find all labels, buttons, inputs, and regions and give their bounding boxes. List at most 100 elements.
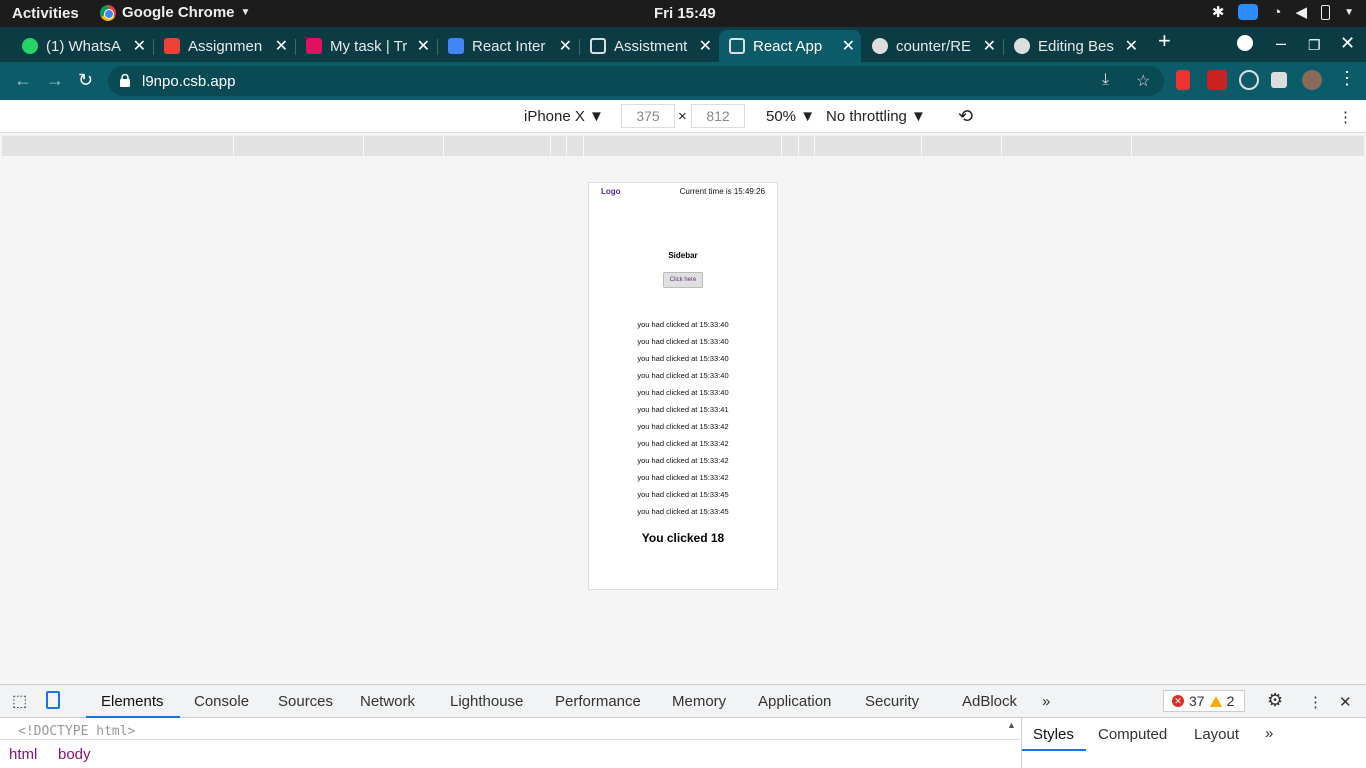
browser-toolbar: ← → ↻ l9npo.csb.app ⤓ ☆ ⋮ <box>0 62 1366 100</box>
media-query-divider <box>550 136 551 156</box>
tab-counter[interactable]: counter/RE ✕ <box>862 30 1002 62</box>
more-tabs-icon[interactable]: » <box>1042 693 1050 710</box>
tab-adblock[interactable]: AdBlock <box>962 693 1017 710</box>
tab-docs[interactable]: React Inter ✕ <box>438 30 578 62</box>
height-input[interactable]: 812 <box>691 104 745 128</box>
close-icon[interactable]: ✕ <box>417 36 430 56</box>
chevron-down-icon: ▼ <box>240 7 251 18</box>
address-bar[interactable]: l9npo.csb.app ⤓ ☆ <box>108 66 1164 96</box>
tab-search-icon[interactable] <box>1237 35 1253 51</box>
lock-icon <box>120 74 130 87</box>
tab-elements[interactable]: Elements <box>101 693 164 710</box>
tab-application[interactable]: Application <box>758 693 831 710</box>
more-options-icon[interactable]: ⋮ <box>1338 108 1353 126</box>
avatar[interactable] <box>1302 70 1322 90</box>
tab-styles[interactable]: Styles <box>1033 726 1074 743</box>
media-query-divider <box>781 136 782 156</box>
device-select[interactable]: iPhone X ▼ <box>524 108 604 125</box>
new-tab-button[interactable]: + <box>1158 30 1171 52</box>
forward-icon[interactable]: → <box>46 70 64 91</box>
slack-icon: ✱ <box>1211 4 1225 21</box>
minimize-icon[interactable]: – <box>1276 33 1286 53</box>
close-icon[interactable]: ✕ <box>1125 36 1138 56</box>
more-options-icon[interactable]: ⋮ <box>1308 693 1323 711</box>
tab-assistment[interactable]: Assistment ✕ <box>580 30 718 62</box>
list-item: you had clicked at 15:33:42 <box>637 439 729 448</box>
close-icon[interactable]: ✕ <box>842 36 855 56</box>
breadcrumb-body[interactable]: body <box>58 746 91 763</box>
tab-computed[interactable]: Computed <box>1098 726 1167 743</box>
issues-badge[interactable]: ✕ 37 2 <box>1163 690 1245 712</box>
close-window-icon[interactable]: ✕ <box>1340 33 1355 53</box>
zoom-select[interactable]: 50% ▼ <box>766 108 815 125</box>
tab-performance[interactable]: Performance <box>555 693 641 710</box>
click-here-button[interactable]: Click here <box>663 272 703 288</box>
menu-icon[interactable]: ⋮ <box>1338 68 1356 89</box>
close-icon[interactable]: ✕ <box>559 36 572 56</box>
close-icon[interactable]: ✕ <box>275 36 288 56</box>
gear-icon[interactable]: ⚙ <box>1267 690 1283 711</box>
system-tray[interactable]: ✱ ◔ ◀ ▼ <box>1211 3 1354 22</box>
task-icon <box>306 38 322 54</box>
extension-icon[interactable] <box>1176 70 1190 90</box>
close-icon[interactable]: ✕ <box>983 36 996 56</box>
battery-icon <box>1321 4 1331 20</box>
media-query-bar[interactable] <box>2 136 1364 156</box>
tab-label: (1) WhatsA <box>46 37 122 55</box>
install-icon[interactable]: ⤓ <box>1102 71 1109 89</box>
media-query-divider <box>921 136 922 156</box>
breadcrumb: html body <box>0 739 1020 768</box>
inspect-element-icon[interactable]: ⬚ <box>12 691 27 711</box>
tab-security[interactable]: Security <box>865 693 919 710</box>
close-icon[interactable]: ✕ <box>699 36 712 56</box>
maximize-icon[interactable]: ❐ <box>1308 35 1321 55</box>
scroll-up-icon[interactable]: ▲ <box>1007 720 1016 730</box>
more-tabs-icon[interactable]: » <box>1265 725 1273 742</box>
app-menu[interactable]: Google Chrome ▼ <box>100 4 250 21</box>
tab-memory[interactable]: Memory <box>672 693 726 710</box>
tab-lighthouse[interactable]: Lighthouse <box>450 693 523 710</box>
extensions-puzzle-icon[interactable] <box>1271 72 1287 88</box>
activities-button[interactable]: Activities <box>12 5 79 22</box>
media-query-divider <box>1131 136 1132 156</box>
list-item: you had clicked at 15:33:42 <box>637 422 729 431</box>
width-input[interactable]: 375 <box>621 104 675 128</box>
tab-editing[interactable]: Editing Bes ✕ <box>1004 30 1144 62</box>
gmail-icon <box>164 38 180 54</box>
app-name: Google Chrome <box>122 4 235 21</box>
tab-network[interactable]: Network <box>360 693 415 710</box>
close-icon[interactable]: ✕ <box>1339 693 1352 711</box>
devtools-panel: ⬚ Elements Console Sources Network Light… <box>0 684 1366 768</box>
tab-sources[interactable]: Sources <box>278 693 333 710</box>
device-toggle-icon[interactable] <box>46 691 60 709</box>
tab-label: React App <box>753 37 823 55</box>
zoom-icon <box>1238 4 1259 20</box>
bookmark-star-icon[interactable]: ☆ <box>1136 71 1150 91</box>
breadcrumb-html[interactable]: html <box>9 746 37 763</box>
tab-task[interactable]: My task | Tr ✕ <box>296 30 436 62</box>
tab-console[interactable]: Console <box>194 693 249 710</box>
throttling-select[interactable]: No throttling ▼ <box>826 108 926 125</box>
system-top-bar: Activities Google Chrome ▼ Fri 15:49 ✱ ◔… <box>0 0 1366 27</box>
close-icon[interactable]: ✕ <box>133 36 146 56</box>
rotate-icon[interactable]: ⟲ <box>958 106 973 127</box>
list-item: you had clicked at 15:33:42 <box>637 473 729 482</box>
click-counter: You clicked 18 <box>641 531 725 545</box>
tab-gmail[interactable]: Assignmen ✕ <box>154 30 294 62</box>
elements-tree[interactable]: <!DOCTYPE html> ▲ html body <box>0 718 1020 768</box>
styles-pane: Styles Computed Layout » <box>1021 718 1366 768</box>
extension-icon[interactable] <box>1239 70 1259 90</box>
docs-icon <box>448 38 464 54</box>
logo[interactable]: Logo <box>601 187 621 196</box>
doctype-node[interactable]: <!DOCTYPE html> <box>18 724 135 739</box>
tab-whatsapp[interactable]: (1) WhatsA ✕ <box>12 30 152 62</box>
back-icon[interactable]: ← <box>14 70 32 91</box>
github-icon <box>1014 38 1030 54</box>
codesandbox-icon <box>729 38 745 54</box>
reload-icon[interactable]: ↻ <box>78 70 93 91</box>
extension-icon[interactable] <box>1207 70 1227 90</box>
tab-react-app[interactable]: React App ✕ <box>719 30 861 62</box>
tab-layout[interactable]: Layout <box>1194 726 1239 743</box>
whatsapp-icon <box>22 38 38 54</box>
clock[interactable]: Fri 15:49 <box>654 5 716 22</box>
